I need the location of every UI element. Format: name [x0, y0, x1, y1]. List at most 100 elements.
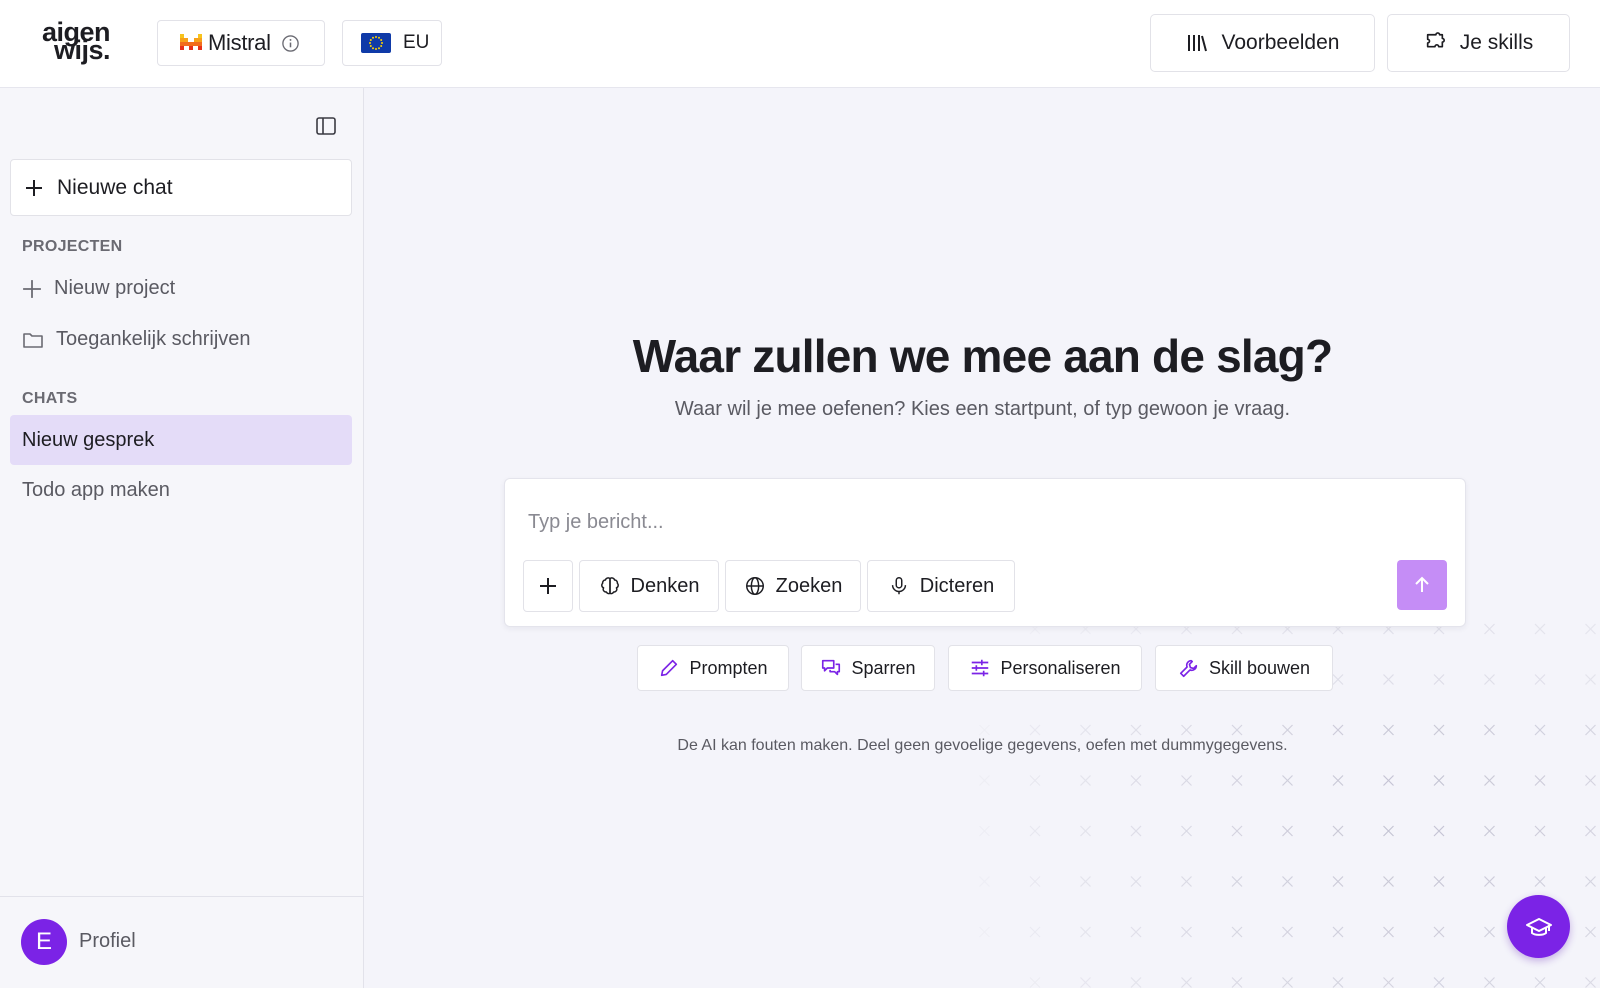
pattern-cross	[1585, 977, 1596, 988]
pattern-cross	[1029, 724, 1041, 736]
pattern-cross	[1080, 876, 1091, 887]
dictate-label: Dicteren	[919, 574, 995, 597]
plus-icon	[540, 578, 556, 594]
chat-item-todo-app[interactable]: Todo app maken	[10, 465, 352, 515]
pattern-cross	[1282, 775, 1293, 786]
pattern-cross	[1130, 775, 1142, 786]
pattern-cross	[1130, 876, 1142, 887]
logo-line-2: wijs.	[54, 35, 111, 65]
pattern-cross	[1585, 876, 1596, 887]
pattern-cross	[1231, 876, 1243, 887]
chip-skill-bouwen[interactable]: Skill bouwen	[1155, 645, 1333, 691]
chip-personaliseren[interactable]: Personaliseren	[948, 645, 1142, 691]
project-item[interactable]: Toegankelijk schrijven	[22, 328, 251, 351]
pencil-icon	[661, 659, 678, 677]
new-project-button[interactable]: Nieuw project	[22, 277, 175, 300]
pattern-cross	[1585, 623, 1596, 635]
new-chat-button[interactable]: Nieuwe chat	[10, 159, 352, 216]
avatar[interactable]: E	[21, 919, 67, 965]
examples-label: Voorbeelden	[1221, 31, 1340, 54]
eu-flag-icon	[361, 33, 391, 53]
mistral-logo	[180, 34, 202, 50]
model-selector[interactable]: Mistral	[157, 20, 325, 66]
pattern-cross	[1029, 977, 1041, 988]
pattern-cross	[1433, 724, 1445, 736]
chat-label: Todo app maken	[22, 478, 170, 501]
pattern-cross	[1484, 977, 1495, 988]
pattern-cross	[1282, 724, 1293, 736]
pattern-cross	[979, 775, 990, 786]
message-input[interactable]: Typ je bericht...	[528, 511, 664, 534]
pattern-cross	[1029, 775, 1041, 786]
pattern-cross	[979, 926, 990, 938]
pattern-cross	[1181, 825, 1192, 837]
new-chat-label: Nieuwe chat	[57, 175, 173, 199]
pattern-cross	[1585, 674, 1596, 685]
pattern-cross	[1433, 926, 1445, 938]
chat-label: Nieuw gesprek	[22, 428, 155, 451]
sidebar-toggle-icon[interactable]	[314, 114, 338, 138]
pattern-cross	[1181, 977, 1192, 988]
dictate-button[interactable]: Dicteren	[867, 560, 1015, 612]
skills-label: Je skills	[1459, 31, 1534, 54]
pattern-cross	[1332, 674, 1344, 685]
projects-heading: PROJECTEN	[22, 238, 123, 255]
main-area: Waar zullen we mee aan de slag? Waar wil…	[365, 89, 1600, 988]
chat-bubbles-icon	[822, 659, 841, 676]
profile-section[interactable]: E Profiel	[0, 896, 364, 988]
help-button[interactable]	[1507, 895, 1570, 958]
skills-button[interactable]: Je skills	[1387, 14, 1570, 72]
pattern-cross	[1029, 876, 1041, 887]
pattern-cross	[1484, 926, 1495, 938]
pattern-cross	[1231, 724, 1243, 736]
send-button[interactable]	[1397, 560, 1447, 610]
pattern-cross	[1585, 724, 1596, 736]
pattern-cross	[1231, 977, 1243, 988]
chip-label: Sparren	[851, 657, 916, 678]
profile-label[interactable]: Profiel	[79, 930, 136, 953]
sliders-icon	[972, 659, 989, 677]
search-button[interactable]: Zoeken	[725, 560, 861, 612]
pattern-cross	[1282, 825, 1293, 837]
chip-label: Prompten	[689, 657, 768, 678]
examples-button[interactable]: Voorbeelden	[1150, 14, 1375, 72]
pattern-cross	[1433, 775, 1445, 786]
plus-icon	[26, 179, 42, 196]
pattern-cross	[1130, 825, 1142, 837]
info-icon[interactable]	[281, 34, 300, 53]
plus-icon	[23, 279, 41, 298]
think-label: Denken	[630, 574, 700, 597]
pattern-cross	[1383, 825, 1394, 837]
chat-item-nieuw-gesprek[interactable]: Nieuw gesprek	[10, 415, 352, 465]
think-button[interactable]: Denken	[579, 560, 719, 612]
microphone-icon	[891, 577, 906, 595]
pattern-cross	[1181, 876, 1192, 887]
pattern-cross	[1181, 775, 1192, 786]
pattern-cross	[1433, 977, 1445, 988]
pattern-cross	[1484, 876, 1495, 887]
message-composer[interactable]: Typ je bericht... Denken Zoeken Dicteren	[504, 478, 1466, 627]
chats-heading: CHATS	[22, 390, 78, 407]
search-label: Zoeken	[775, 574, 843, 597]
pattern-cross	[1332, 724, 1344, 736]
aigenwijs-logo[interactable]: aigen wijs.	[42, 18, 132, 70]
pattern-cross	[1181, 926, 1192, 938]
pattern-cross	[1282, 876, 1293, 887]
pattern-cross	[1383, 926, 1394, 938]
new-project-label: Nieuw project	[54, 277, 176, 299]
pattern-cross	[1282, 977, 1293, 988]
arrow-up-icon	[1415, 576, 1429, 592]
pattern-cross	[1231, 926, 1243, 938]
pattern-cross	[1029, 926, 1041, 938]
pattern-cross	[1585, 926, 1596, 938]
pattern-cross	[1383, 724, 1394, 736]
chip-sparren[interactable]: Sparren	[801, 645, 935, 691]
region-selector[interactable]: EU	[342, 20, 442, 66]
attach-button[interactable]	[523, 560, 573, 612]
pattern-cross	[1282, 926, 1293, 938]
pattern-cross	[1080, 825, 1091, 837]
pattern-cross	[1484, 623, 1495, 635]
chip-prompten[interactable]: Prompten	[637, 645, 789, 691]
wrench-icon	[1179, 659, 1198, 678]
pattern-cross	[1585, 825, 1596, 837]
